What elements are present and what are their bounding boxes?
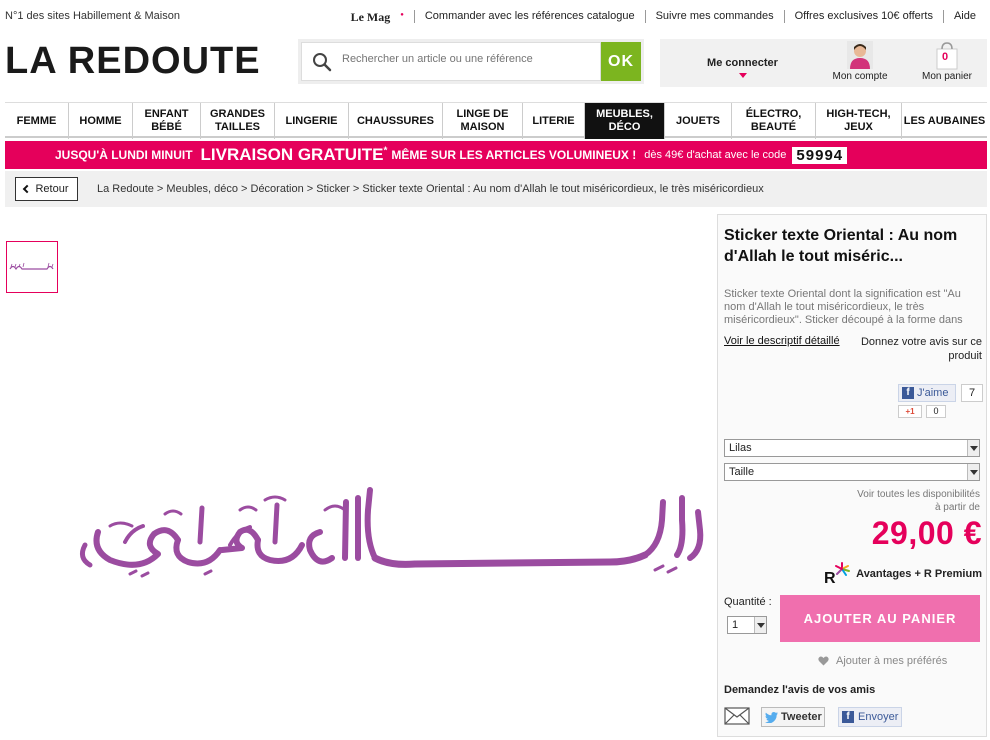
chevron-left-icon [23, 184, 32, 194]
account-area: Me connecter Mon compte 0 Mon panier [660, 39, 987, 87]
promo-condition: dès 49€ d'achat avec le code [644, 149, 787, 161]
size-select-value: Taille [729, 466, 755, 478]
quantity-value: 1 [732, 619, 739, 631]
user-avatar-icon [847, 41, 873, 69]
nav-enfant-bebe[interactable]: ENFANT BÉBÉ [132, 103, 200, 139]
nav-high-tech-jeux[interactable]: HIGH-TECH, JEUX [815, 103, 901, 139]
add-to-cart-button[interactable]: AJOUTER AU PANIER [780, 595, 980, 642]
nav-electro-beaute[interactable]: ÉLECTRO, BEAUTÉ [731, 103, 815, 139]
quantity-select[interactable]: 1 [727, 616, 767, 634]
facebook-send-button[interactable]: f Envoyer [838, 707, 902, 727]
site-logo[interactable]: LA REDOUTE [5, 40, 261, 82]
help-link[interactable]: Aide [942, 10, 986, 23]
main-nav: FEMME HOMME ENFANT BÉBÉ GRANDES TAILLES … [5, 102, 987, 139]
detail-link[interactable]: Voir le descriptif détaillé [724, 335, 840, 347]
nav-homme[interactable]: HOMME [68, 103, 132, 139]
back-label: Retour [35, 183, 69, 195]
search-submit-button[interactable]: OK [601, 42, 641, 81]
product-price: 29,00 € [871, 515, 982, 551]
nav-literie[interactable]: LITERIE [522, 103, 584, 139]
breadcrumb-bar: Retour La Redoute > Meubles, déco > Déco… [5, 171, 987, 207]
product-title: Sticker texte Oriental : Au nom d'Allah … [724, 227, 958, 265]
promo-banner[interactable]: JUSQU'À LUNDI MINUIT LIVRAISON GRATUITE*… [5, 141, 987, 169]
premium-link[interactable]: R Avantages + R Premium [818, 561, 982, 587]
product-thumbnail[interactable] [6, 241, 58, 293]
facebook-like-label: J'aime [917, 387, 949, 399]
facebook-like-count: 7 [961, 384, 983, 402]
exclusive-offers-link[interactable]: Offres exclusives 10€ offerts [783, 10, 943, 23]
lemag-link[interactable]: Le Mag ● [331, 9, 414, 24]
premium-label: Avantages + R Premium [856, 568, 982, 580]
thumbnail-image [9, 262, 54, 271]
product-description: Sticker texte Oriental dont la significa… [724, 288, 963, 326]
nav-femme[interactable]: FEMME [5, 103, 68, 139]
send-label: Envoyer [858, 711, 899, 723]
nav-chaussures[interactable]: CHAUSSURES [348, 103, 442, 139]
product-image[interactable] [70, 450, 710, 600]
size-select[interactable]: Taille [724, 463, 980, 481]
tweet-label: Tweeter [781, 711, 822, 723]
price-from-label: à partir de [934, 502, 980, 513]
search-icon [313, 53, 332, 72]
login-button[interactable]: Me connecter [660, 39, 825, 87]
nav-linge-de-maison[interactable]: LINGE DE MAISON [442, 103, 522, 139]
facebook-icon: f [842, 711, 854, 723]
color-select[interactable]: Lilas [724, 439, 980, 457]
breadcrumb[interactable]: La Redoute > Meubles, déco > Décoration … [97, 183, 764, 195]
google-plus-button[interactable]: +1 [898, 405, 922, 418]
top-bar: N°1 des sites Habillement & Maison Le Ma… [0, 0, 990, 32]
promo-code: 59994 [792, 146, 848, 164]
mail-icon[interactable] [724, 707, 750, 725]
cart-count: 0 [942, 51, 949, 63]
promo-headline: LIVRAISON GRATUITE* [200, 145, 388, 164]
product-panel: Sticker texte Oriental : Au nom d'Allah … [717, 214, 987, 737]
catalog-order-link[interactable]: Commander avec les références catalogue [413, 10, 645, 23]
nav-lingerie[interactable]: LINGERIE [274, 103, 348, 139]
color-select-value: Lilas [729, 442, 752, 454]
caret-down-icon [738, 73, 747, 78]
my-account-button[interactable]: Mon compte [825, 39, 895, 87]
login-label: Me connecter [707, 57, 778, 69]
facebook-icon: f [902, 387, 914, 399]
nav-les-aubaines[interactable]: LES AUBAINES [901, 103, 987, 139]
google-plus-count: 0 [926, 405, 946, 418]
svg-text:R: R [824, 570, 836, 587]
cart-button[interactable]: 0 Mon panier [907, 39, 987, 87]
cart-label: Mon panier [921, 71, 973, 82]
promo-detail: MÊME SUR LES ARTICLES VOLUMINEUX ! [391, 148, 637, 162]
search-bar: OK [298, 39, 644, 84]
top-links: Le Mag ● Commander avec les références ca… [331, 9, 986, 24]
back-button[interactable]: Retour [15, 177, 78, 201]
availability-info: Voir toutes les disponibilités à partir … [838, 488, 980, 514]
heart-icon [818, 656, 829, 666]
review-link[interactable]: Donnez votre avis sur ce produit [856, 335, 982, 363]
tagline: N°1 des sites Habillement & Maison [5, 10, 180, 22]
nav-meubles-deco[interactable]: MEUBLES, DÉCO [584, 103, 664, 139]
chevron-down-icon [967, 464, 979, 480]
promo-deadline: JUSQU'À LUNDI MINUIT [55, 148, 193, 162]
availability-link[interactable]: Voir toutes les disponibilités [838, 488, 980, 501]
r-premium-logo-icon: R [824, 562, 851, 587]
nav-jouets[interactable]: JOUETS [664, 103, 731, 139]
favorites-label: Ajouter à mes préférés [836, 655, 948, 667]
facebook-like-button[interactable]: f J'aime [898, 384, 956, 402]
track-orders-link[interactable]: Suivre mes commandes [644, 10, 784, 23]
shopping-bag-icon: 0 [932, 41, 962, 71]
search-input[interactable] [342, 53, 592, 65]
chevron-down-icon [754, 617, 766, 633]
chevron-down-icon [967, 440, 979, 456]
account-label: Mon compte [832, 71, 888, 82]
twitter-bird-icon [765, 711, 778, 723]
add-favorites-link[interactable]: Ajouter à mes préférés [818, 655, 948, 667]
tweet-button[interactable]: Tweeter [761, 707, 825, 727]
nav-grandes-tailles[interactable]: GRANDES TAILLES [200, 103, 274, 139]
ask-friends-heading: Demandez l'avis de vos amis [724, 684, 876, 696]
search-box [301, 42, 601, 81]
quantity-label: Quantité : [724, 596, 772, 608]
